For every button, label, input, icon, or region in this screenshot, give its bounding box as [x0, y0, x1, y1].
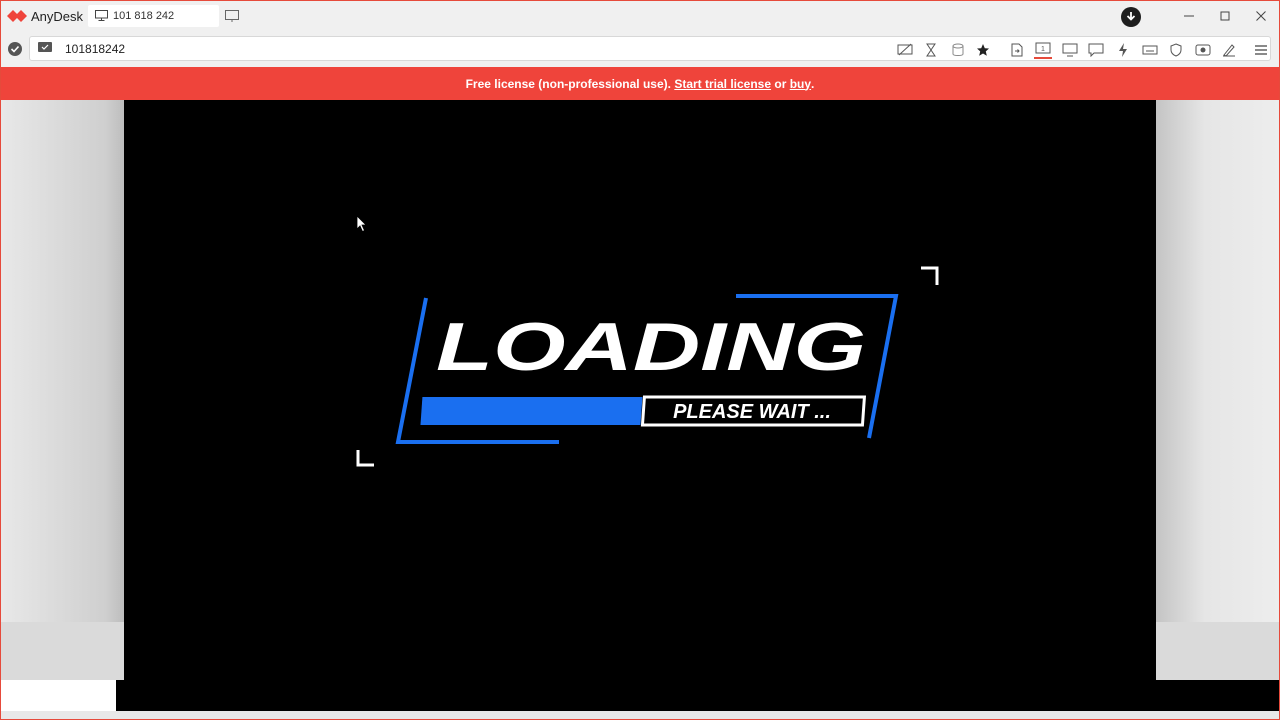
app-name: AnyDesk — [31, 9, 84, 24]
session-timer-button[interactable] — [922, 41, 940, 59]
remote-letterbox-right — [1156, 100, 1279, 680]
anydesk-logo-icon — [7, 10, 27, 22]
title-bar: AnyDesk 101 818 242 — [1, 1, 1279, 32]
file-transfer-icon — [1011, 43, 1023, 57]
connection-status-icon — [8, 42, 22, 56]
keyboard-button[interactable] — [1141, 41, 1159, 59]
chat-button[interactable] — [1087, 41, 1105, 59]
close-button[interactable] — [1241, 5, 1279, 27]
favorite-button[interactable] — [974, 41, 992, 59]
account-menu-button[interactable] — [1121, 7, 1141, 27]
hourglass-icon — [926, 43, 936, 57]
anydesk-window: AnyDesk 101 818 242 101818242 1 Free lic… — [0, 0, 1280, 720]
loading-graphic: LOADING PLEASE WAIT ... — [356, 266, 939, 467]
display-button[interactable] — [1061, 41, 1079, 59]
display-icon — [1062, 43, 1078, 57]
loading-title: LOADING — [436, 309, 866, 385]
chat-icon — [1088, 43, 1104, 57]
file-transfer-button[interactable] — [1008, 41, 1026, 59]
menu-icon — [1255, 45, 1267, 55]
actions-icon — [1119, 43, 1127, 57]
permissions-icon — [1170, 43, 1182, 57]
star-icon — [977, 44, 989, 56]
address-field[interactable]: 101818242 1 — [29, 36, 1271, 61]
keyboard-icon — [1142, 45, 1158, 55]
banner-suffix: . — [811, 76, 815, 91]
loading-subtitle: PLEASE WAIT ... — [673, 401, 831, 423]
start-trial-link[interactable]: Start trial license — [674, 77, 771, 91]
minimize-button[interactable] — [1169, 5, 1209, 27]
monitor-icon — [95, 10, 108, 21]
storage-button[interactable] — [949, 41, 967, 59]
banner-text: Free license (non-professional use). — [465, 76, 675, 91]
remote-desk-icon — [38, 42, 52, 52]
remote-screen[interactable]: LOADING PLEASE WAIT ... — [124, 100, 1156, 680]
address-toolbar: 101818242 1 — [1, 32, 1279, 67]
session-tab[interactable]: 101 818 242 — [88, 5, 219, 27]
mouse-cursor-icon — [356, 215, 367, 233]
actions-button[interactable] — [1114, 41, 1132, 59]
remote-desktop-view[interactable]: LOADING PLEASE WAIT ... — [1, 100, 1279, 680]
address-value: 101818242 — [65, 42, 126, 56]
whiteboard-icon — [1223, 44, 1235, 57]
host-taskbar-edge — [1, 711, 1279, 719]
monitor-select-button[interactable]: 1 — [1034, 41, 1052, 59]
progress-bar-fill — [420, 397, 643, 425]
maximize-button[interactable] — [1205, 5, 1245, 27]
privacy-button[interactable] — [896, 41, 914, 59]
close-icon — [1256, 11, 1266, 21]
main-menu-button[interactable] — [1252, 41, 1270, 59]
privacy-icon — [897, 43, 913, 56]
minimize-icon — [1184, 15, 1194, 17]
database-icon — [952, 43, 964, 56]
remote-letterbox-left — [1, 100, 124, 680]
tab-label: 101 818 242 — [113, 10, 175, 22]
banner-separator: or — [771, 76, 790, 91]
new-session-icon[interactable] — [225, 10, 240, 23]
monitor-select-icon: 1 — [1035, 42, 1051, 54]
corner-bracket-bottom-left — [356, 450, 374, 467]
buy-link[interactable]: buy — [790, 77, 811, 91]
whiteboard-button[interactable] — [1220, 41, 1238, 59]
maximize-icon — [1220, 11, 1230, 21]
record-button[interactable] — [1194, 41, 1212, 59]
record-icon — [1195, 44, 1211, 56]
download-arrow-icon — [1126, 12, 1136, 21]
svg-text:1: 1 — [1041, 46, 1045, 53]
permissions-button[interactable] — [1167, 41, 1185, 59]
remote-bottom-strip — [1, 680, 1279, 711]
corner-bracket-top-right — [921, 266, 939, 285]
license-banner: Free license (non-professional use). Sta… — [1, 67, 1279, 100]
